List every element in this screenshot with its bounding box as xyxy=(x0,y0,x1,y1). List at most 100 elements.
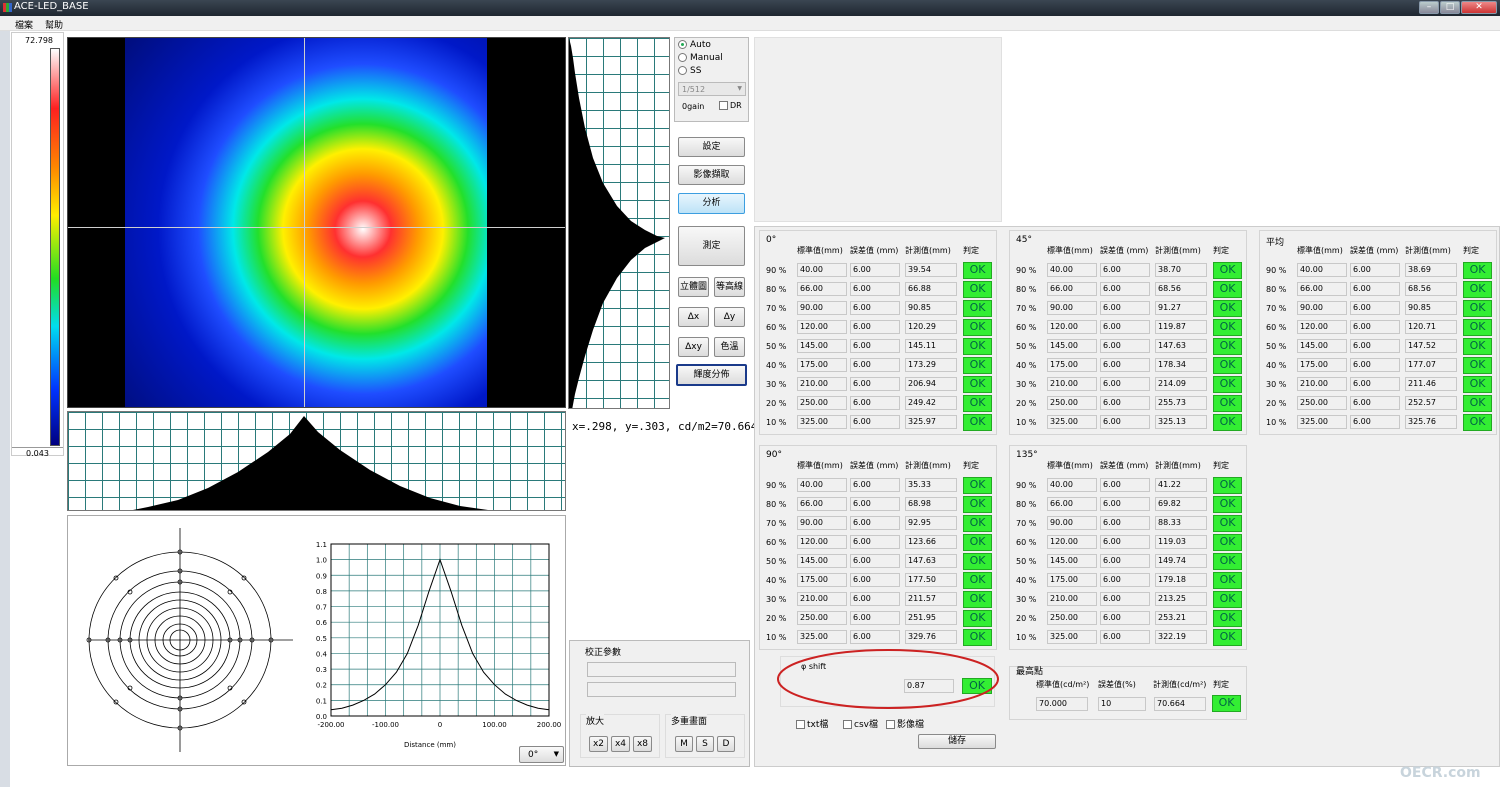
chevron-down-icon: ▼ xyxy=(737,85,742,92)
dr-checkbox[interactable]: DR xyxy=(719,101,742,110)
table-row: 10 % 325.00 6.00 325.76 OK xyxy=(1260,413,1495,432)
overlay-d-button[interactable]: D xyxy=(717,736,735,752)
table-row: 50 % 145.00 6.00 147.63 OK xyxy=(760,552,995,571)
table-row: 40 % 175.00 6.00 178.34 OK xyxy=(1010,356,1245,375)
delta-x-button[interactable]: Δx xyxy=(678,307,709,327)
analysis-panel: 1.1 1.0 0.9 0.8 0.7 0.6 0.5 0.4 0.3 0.2 0.1 0.0 -200… xyxy=(67,515,566,766)
std-value: 90.00 xyxy=(1047,516,1097,530)
header-tol: 誤差值 (mm) xyxy=(1100,461,1149,470)
tol-value: 6.00 xyxy=(1100,592,1150,606)
row-percent: 20 % xyxy=(1266,399,1287,408)
ok-indicator: OK xyxy=(1463,357,1492,374)
delta-xy-button[interactable]: Δxy xyxy=(678,337,709,357)
std-value: 250.00 xyxy=(1047,611,1097,625)
header-meas: 計測值(mm) xyxy=(1155,246,1201,255)
table-row: 20 % 250.00 6.00 251.95 OK xyxy=(760,609,995,628)
table-row: 40 % 175.00 6.00 177.07 OK xyxy=(1260,356,1495,375)
meas-value: 147.52 xyxy=(1405,339,1457,353)
zoom-x8-button[interactable]: x8 xyxy=(633,736,652,752)
row-percent: 10 % xyxy=(766,633,787,642)
std-value: 66.00 xyxy=(797,497,847,511)
meas-value: 38.70 xyxy=(1155,263,1207,277)
menu-help[interactable]: 幫助 xyxy=(45,18,63,31)
table-row: 80 % 66.00 6.00 66.88 OK xyxy=(760,280,995,299)
calibration-panel: 校正參數 放大 x2 x4 x8 多重畫面 M S D xyxy=(569,640,750,767)
radio-manual[interactable]: Manual xyxy=(678,53,723,63)
row-percent: 60 % xyxy=(1016,323,1037,332)
ok-indicator: OK xyxy=(963,515,992,532)
radio-ss[interactable]: SS xyxy=(678,66,701,76)
capture-button[interactable]: 影像擷取 xyxy=(678,165,745,185)
group-title: 45° xyxy=(1016,235,1032,245)
tol-value: 6.00 xyxy=(1100,263,1150,277)
3d-view-button[interactable]: 立體圖 xyxy=(678,277,709,297)
table-row: 60 % 120.00 6.00 119.87 OK xyxy=(1010,318,1245,337)
meas-value: 329.76 xyxy=(905,630,957,644)
meas-value: 119.87 xyxy=(1155,320,1207,334)
result-group: 平均 標準值(mm) 誤差值 (mm) 計測值(mm) 判定 90 % 40.00 6.… xyxy=(1259,230,1497,435)
header-std: 標準值(mm) xyxy=(797,461,843,470)
overlay-m-button[interactable]: M xyxy=(675,736,693,752)
tol-value: 6.00 xyxy=(1100,611,1150,625)
tol-value: 6.00 xyxy=(850,415,900,429)
luminance-distribution-button[interactable]: 輝度分佈 xyxy=(676,364,747,386)
std-value: 175.00 xyxy=(1047,358,1097,372)
ok-indicator: OK xyxy=(963,414,992,431)
analyze-button[interactable]: 分析 xyxy=(678,193,745,214)
ok-indicator: OK xyxy=(1463,414,1492,431)
table-row: 80 % 66.00 6.00 68.56 OK xyxy=(1010,280,1245,299)
table-row: 70 % 90.00 6.00 90.85 OK xyxy=(1260,299,1495,318)
x-tick-label: 100.00 xyxy=(482,721,507,729)
table-row: 80 % 66.00 6.00 69.82 OK xyxy=(1010,495,1245,514)
std-value: 40.00 xyxy=(1297,263,1347,277)
angle-select[interactable]: 0° ▼ xyxy=(519,746,564,763)
std-value: 145.00 xyxy=(797,339,847,353)
table-row: 60 % 120.00 6.00 120.71 OK xyxy=(1260,318,1495,337)
std-value: 250.00 xyxy=(1047,396,1097,410)
luminance-image[interactable] xyxy=(67,37,566,408)
overlay-s-button[interactable]: S xyxy=(696,736,714,752)
meas-value: 177.50 xyxy=(905,573,957,587)
row-percent: 20 % xyxy=(1016,614,1037,623)
menu-file[interactable]: 檔案 xyxy=(15,18,33,31)
row-percent: 70 % xyxy=(1016,304,1037,313)
overlay-title: 多重畫面 xyxy=(671,714,708,727)
std-value: 40.00 xyxy=(1047,478,1097,492)
radio-auto[interactable]: Auto xyxy=(678,40,711,50)
peak-header-judge: 判定 xyxy=(1213,680,1229,689)
export-image-checkbox[interactable]: 影像檔 xyxy=(886,717,924,730)
minimize-button[interactable]: – xyxy=(1419,1,1439,14)
ok-indicator: OK xyxy=(1213,629,1242,646)
row-percent: 90 % xyxy=(1016,481,1037,490)
color-temp-button[interactable]: 色溫 xyxy=(714,337,745,357)
maximize-button[interactable]: □ xyxy=(1440,1,1460,14)
delta-y-button[interactable]: Δy xyxy=(714,307,745,327)
preview-panel xyxy=(754,37,1002,222)
std-value: 175.00 xyxy=(1047,573,1097,587)
shutter-select[interactable]: 1/512 ▼ xyxy=(678,82,746,96)
header-tol: 誤差值 (mm) xyxy=(1350,246,1399,255)
row-percent: 40 % xyxy=(766,361,787,370)
calibration-field-2[interactable] xyxy=(587,682,736,697)
measure-button[interactable]: 測定 xyxy=(678,226,745,266)
std-value: 120.00 xyxy=(1297,320,1347,334)
calibration-field-1[interactable] xyxy=(587,662,736,677)
std-value: 210.00 xyxy=(1047,377,1097,391)
ok-indicator: OK xyxy=(1463,262,1492,279)
zoom-x2-button[interactable]: x2 xyxy=(589,736,608,752)
ok-indicator: OK xyxy=(963,610,992,627)
export-txt-checkbox[interactable]: txt檔 xyxy=(796,717,828,730)
save-button[interactable]: 儲存 xyxy=(918,734,996,749)
row-percent: 40 % xyxy=(1016,576,1037,585)
row-percent: 60 % xyxy=(766,323,787,332)
tol-value: 6.00 xyxy=(1100,554,1150,568)
std-value: 66.00 xyxy=(1297,282,1347,296)
zoom-x4-button[interactable]: x4 xyxy=(611,736,630,752)
export-csv-checkbox[interactable]: csv檔 xyxy=(843,717,878,730)
ok-indicator: OK xyxy=(963,496,992,513)
table-row: 70 % 90.00 6.00 92.95 OK xyxy=(760,514,995,533)
settings-button[interactable]: 設定 xyxy=(678,137,745,157)
tol-value: 6.00 xyxy=(850,611,900,625)
close-button[interactable]: ✕ xyxy=(1461,1,1497,14)
contour-button[interactable]: 等高線 xyxy=(714,277,745,297)
